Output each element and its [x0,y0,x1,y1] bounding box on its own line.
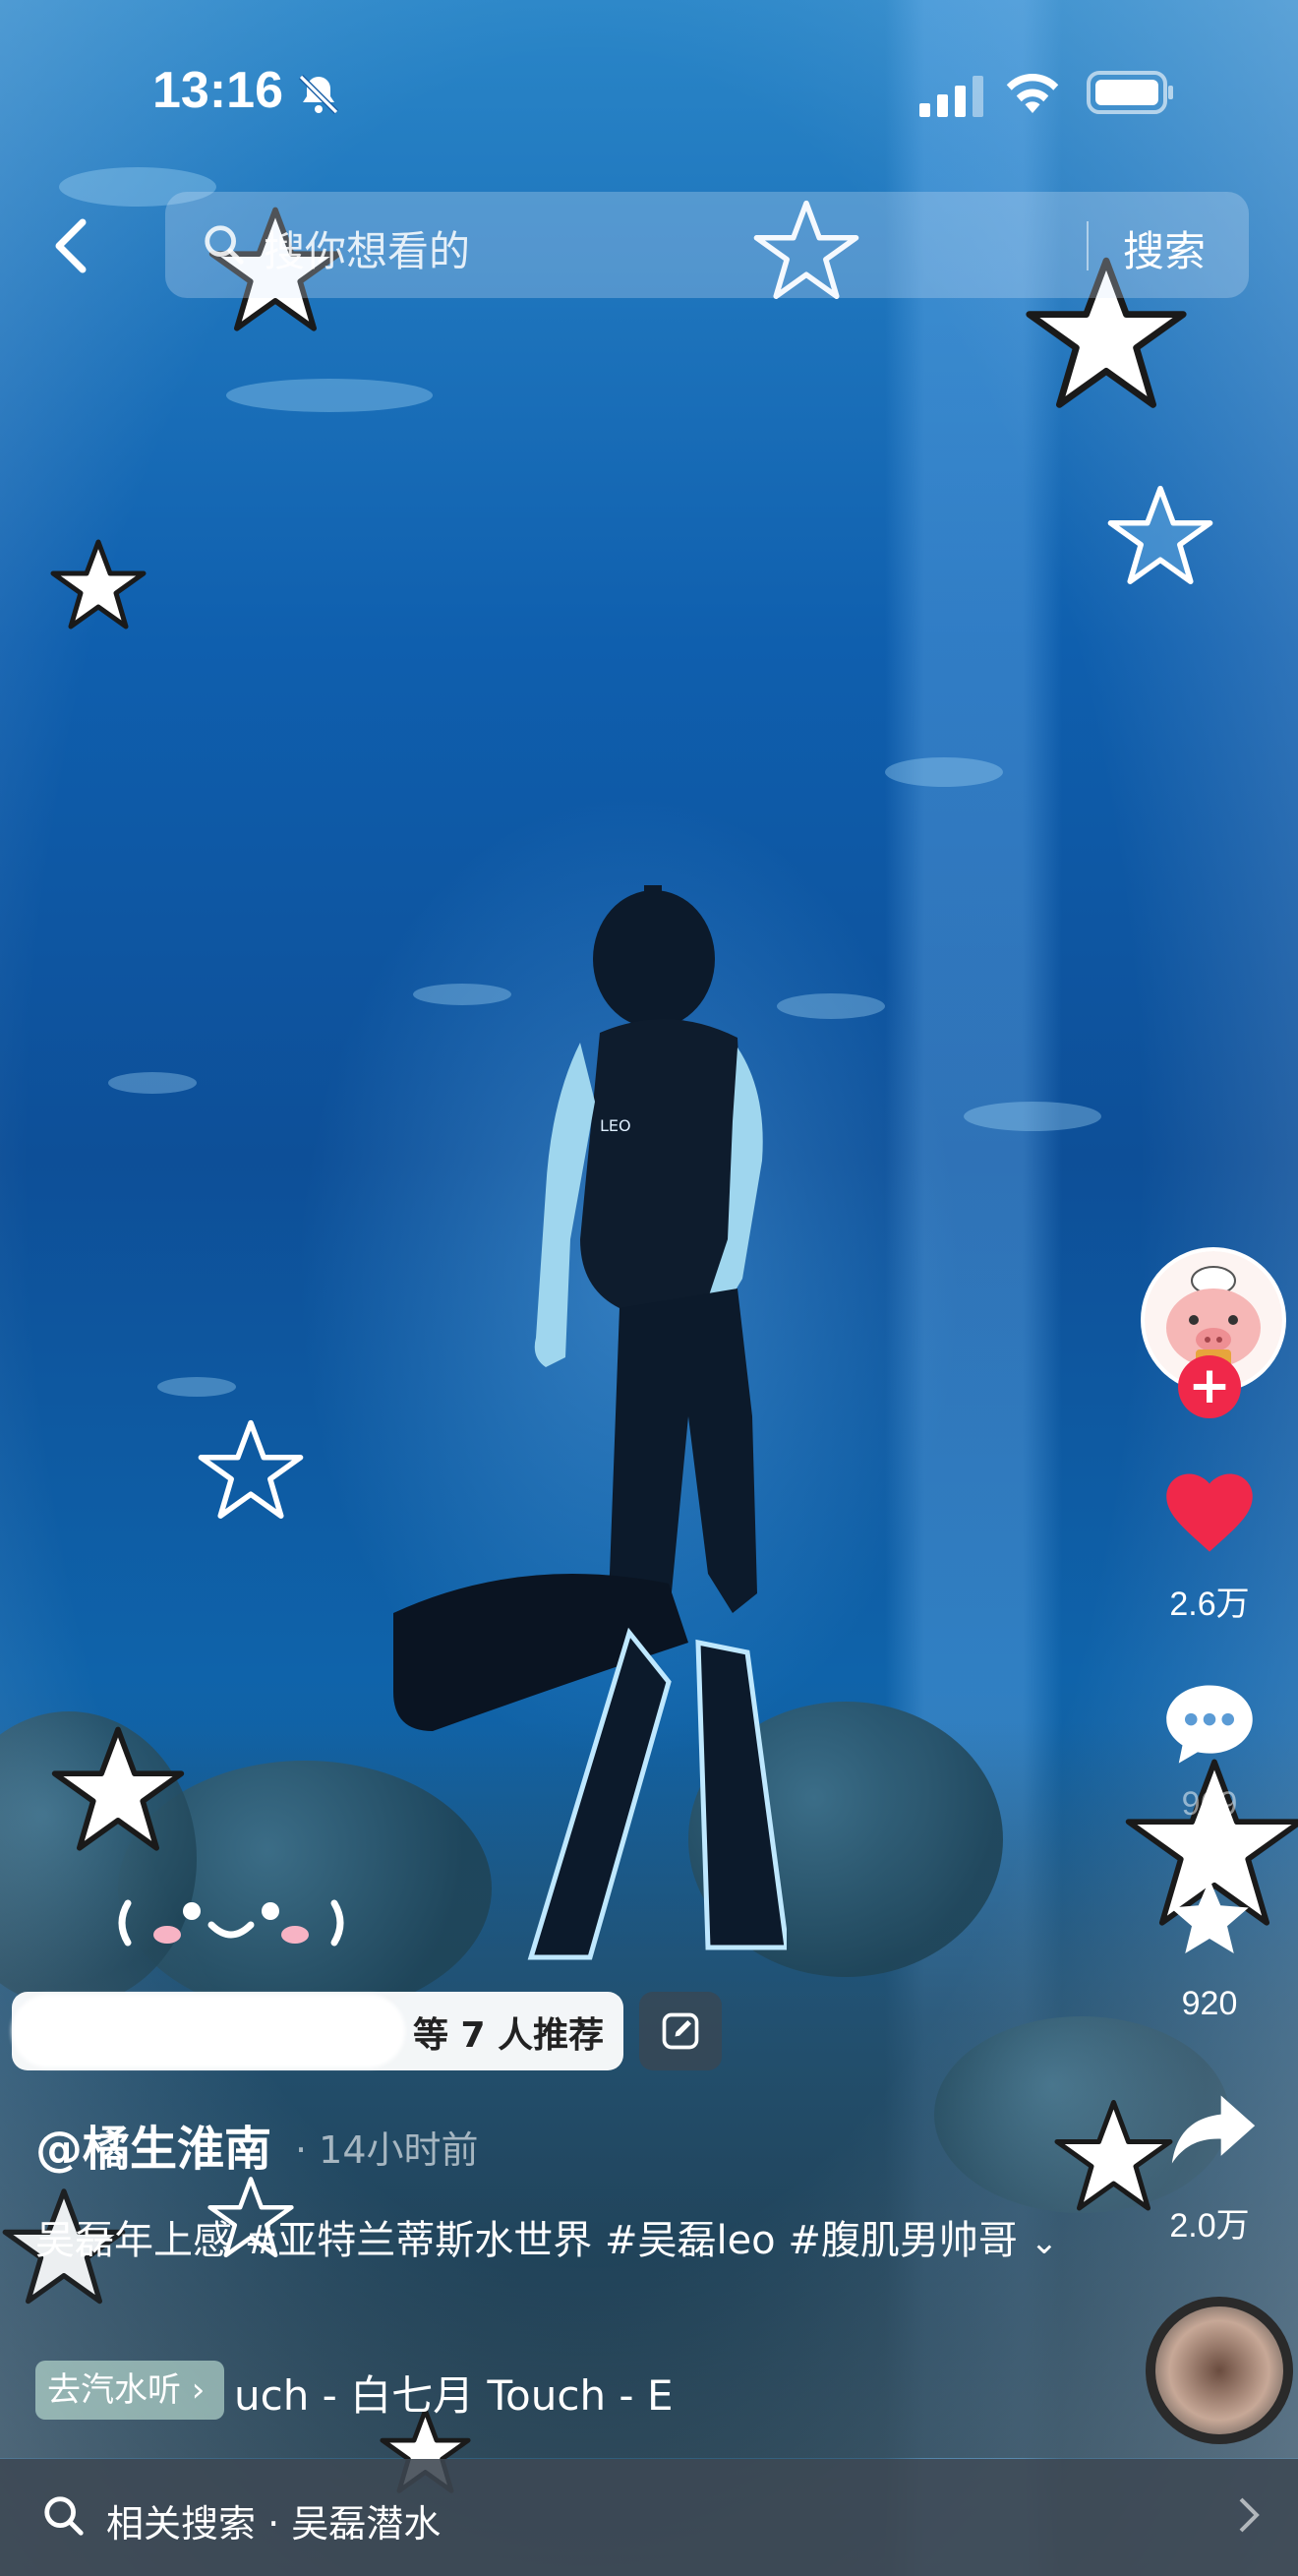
caption-text: 吴磊年上感 #亚特兰蒂斯水世界 #吴磊leo #腹肌男帅哥 [35,2218,1018,2263]
music-disc[interactable] [1146,2297,1293,2444]
star-outline-sticker [198,1419,304,1519]
music-name[interactable]: uch - 白七月 Touch - E [234,2363,745,2423]
search-icon [205,225,244,265]
music-app-tag[interactable]: 去汽水听 › [35,2361,224,2420]
fish [777,993,885,1019]
fish [108,1072,197,1094]
battery-icon [1087,71,1173,114]
author-name[interactable]: @橘生淮南 [35,2110,271,2179]
search-icon [44,2496,84,2536]
favorite-count: 920 [1181,1985,1238,2022]
status-bar: 13:16 [0,61,1298,130]
chevron-right-icon[interactable] [1234,2495,1264,2535]
share-count: 2.0万 [1169,2207,1250,2245]
fish [226,379,433,412]
expand-chevron[interactable]: ⌄ [1031,2223,1059,2262]
face-sticker [118,1899,344,1947]
video-feed-screen[interactable]: LEO 13:16 搜你想看的 搜索 + 2.6万 969 920 2.0万 等… [0,0,1298,2576]
comment-count: 969 [1181,1785,1238,1823]
recommender-avatars [12,1995,405,2067]
bell-slash-icon [298,74,339,115]
comment-icon[interactable] [1160,1677,1259,1767]
wifi-icon [1006,74,1059,113]
back-icon[interactable] [47,214,94,277]
star-sticker [50,539,147,629]
status-time: 13:16 [152,62,283,119]
share-icon[interactable] [1168,2090,1259,2169]
post-caption[interactable]: 吴磊年上感 #亚特兰蒂斯水世界 #吴磊leo #腹肌男帅哥 ⌄ [35,2211,1078,2272]
search-button[interactable]: 搜索 [1123,218,1206,278]
edit-button[interactable] [639,1992,722,2070]
svg-text:LEO: LEO [600,1116,631,1135]
star-sticker [51,1726,185,1851]
heart-icon[interactable] [1160,1466,1259,1556]
search-divider [1087,221,1089,270]
star-icon[interactable] [1165,1874,1254,1962]
fish [157,1377,236,1397]
fish [964,1102,1101,1131]
recommend-text: 等 7 人推荐 [413,2015,605,2056]
diver-figure: LEO [393,885,787,1960]
like-count: 2.6万 [1169,1586,1250,1623]
related-search-label[interactable]: 相关搜索 · 吴磊潜水 [106,2493,441,2547]
post-time: · 14小时前 [295,2128,479,2172]
search-input[interactable]: 搜你想看的 [264,218,470,278]
signal-icon [919,76,983,117]
star-outline-sticker [1107,485,1213,584]
edit-icon [662,2012,699,2050]
follow-button[interactable]: + [1178,1355,1241,1418]
fish [885,757,1003,787]
